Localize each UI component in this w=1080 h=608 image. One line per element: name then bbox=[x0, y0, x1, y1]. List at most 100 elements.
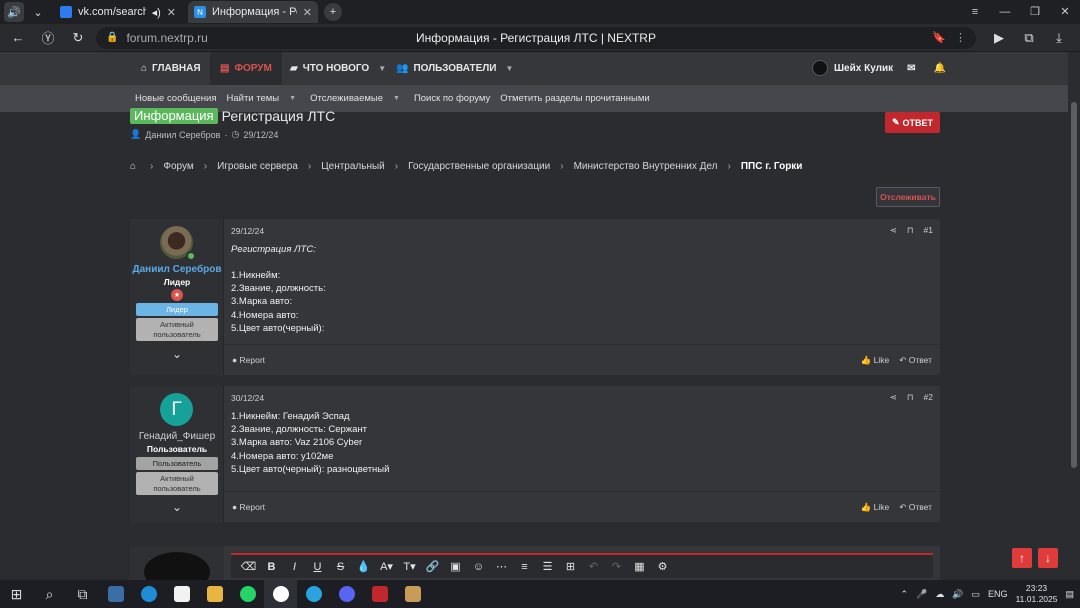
folder-icon[interactable] bbox=[198, 580, 231, 608]
new-tab-button[interactable]: + bbox=[324, 3, 342, 21]
bookmark-icon[interactable]: ⊓ bbox=[907, 225, 914, 236]
windows-start-icon[interactable]: ⊞ bbox=[0, 580, 33, 608]
color-icon[interactable]: 💧 bbox=[352, 560, 375, 573]
microphone-icon[interactable]: 🎤 bbox=[916, 589, 927, 600]
subnav-search-forum[interactable]: Поиск по форуму bbox=[414, 93, 490, 104]
battery-icon[interactable]: ▭ bbox=[972, 589, 981, 600]
chevron-down-icon[interactable]: ⌄ bbox=[170, 347, 184, 361]
eraser-icon[interactable]: ⌫ bbox=[237, 560, 260, 573]
language-indicator[interactable]: ENG bbox=[988, 589, 1008, 599]
nav-users[interactable]: 👥 ПОЛЬЗОВАТЕЛИ ▼ bbox=[396, 52, 513, 85]
align-icon[interactable]: ≡ bbox=[513, 561, 536, 573]
post-username[interactable]: Генадий_Фишер bbox=[130, 431, 224, 442]
breadcrumb-current[interactable]: ППС г. Горки bbox=[741, 161, 803, 172]
chevron-up-icon[interactable]: ⌃ bbox=[901, 589, 909, 600]
close-icon[interactable]: ✕ bbox=[303, 6, 312, 19]
italic-icon[interactable]: I bbox=[283, 561, 306, 573]
post-username[interactable]: Даниил Серебров bbox=[130, 264, 224, 275]
telegram-icon[interactable] bbox=[297, 580, 330, 608]
redo-icon[interactable]: ↷ bbox=[605, 560, 628, 573]
bookmark-icon[interactable]: 🔖 bbox=[932, 31, 946, 44]
nav-forum[interactable]: ▤ ФОРУМ bbox=[210, 52, 282, 85]
reply-link[interactable]: ↶ Ответ bbox=[899, 355, 932, 366]
nav-home[interactable]: ⌂ ГЛАВНАЯ bbox=[141, 52, 201, 85]
underline-icon[interactable]: U bbox=[306, 561, 329, 573]
post-number[interactable]: #1 bbox=[924, 225, 933, 236]
yandex-icon[interactable]: Ⓨ bbox=[36, 28, 60, 47]
discord-icon[interactable] bbox=[330, 580, 363, 608]
like-button[interactable]: 👍 Like bbox=[861, 502, 890, 513]
strikethrough-icon[interactable]: S bbox=[329, 561, 352, 573]
search-icon[interactable]: ⌕ bbox=[33, 580, 66, 608]
breadcrumb-item[interactable]: Министерство Внутренних Дел bbox=[574, 161, 718, 172]
share-icon[interactable]: ⋖ bbox=[890, 392, 897, 403]
volume-icon[interactable]: 🔊 bbox=[952, 589, 963, 600]
game-icon[interactable] bbox=[396, 580, 429, 608]
like-button[interactable]: 👍 Like bbox=[861, 355, 890, 366]
share-icon[interactable]: ⋖ bbox=[890, 225, 897, 236]
media-icon[interactable]: ▶ bbox=[984, 30, 1014, 46]
breadcrumb-item[interactable]: Форум bbox=[163, 161, 193, 172]
mail-icon[interactable]: ✉ bbox=[907, 63, 915, 74]
back-icon[interactable]: ← bbox=[6, 30, 30, 45]
drafts-icon[interactable]: ▦ bbox=[628, 560, 651, 573]
post-date[interactable]: 30/12/24 bbox=[231, 393, 264, 403]
subnav-mark-read[interactable]: Отметить разделы прочитанными bbox=[500, 93, 649, 104]
subnav-find-threads[interactable]: Найти темы bbox=[227, 93, 280, 104]
watch-button[interactable]: Отслеживать bbox=[876, 187, 940, 207]
image-icon[interactable]: ▣ bbox=[444, 560, 467, 573]
reply-button[interactable]: ✎ ОТВЕТ bbox=[885, 112, 940, 133]
more-icon[interactable]: ⋮ bbox=[955, 31, 966, 44]
bookmark-icon[interactable]: ⊓ bbox=[907, 392, 914, 403]
chevron-down-icon[interactable]: ⌄ bbox=[28, 2, 48, 22]
yandex-browser-icon[interactable] bbox=[264, 580, 297, 608]
download-icon[interactable]: ⤓ bbox=[1044, 30, 1074, 46]
close-window-icon[interactable]: ✕ bbox=[1050, 0, 1080, 24]
page-scrollbar[interactable] bbox=[1068, 52, 1080, 580]
breadcrumb-item[interactable]: Игровые сервера bbox=[217, 161, 298, 172]
chevron-down-icon[interactable]: ⌄ bbox=[170, 500, 184, 514]
list-icon[interactable]: ☰ bbox=[536, 560, 559, 573]
avatar[interactable]: Г bbox=[160, 393, 193, 426]
store-icon[interactable] bbox=[165, 580, 198, 608]
subnav-watched[interactable]: Отслеживаемые bbox=[310, 93, 383, 104]
report-link[interactable]: ● Report bbox=[232, 355, 265, 365]
speaker-icon[interactable]: 🔊 bbox=[4, 2, 24, 22]
thread-author[interactable]: Даниил Серебров bbox=[145, 130, 220, 140]
app-icon[interactable] bbox=[99, 580, 132, 608]
whatsapp-icon[interactable] bbox=[231, 580, 264, 608]
bell-icon[interactable]: 🔔 bbox=[934, 63, 946, 74]
scroll-bottom-button[interactable]: ↓ bbox=[1038, 548, 1058, 568]
link-icon[interactable]: 🔗 bbox=[421, 560, 444, 573]
account-menu[interactable]: Шейх Кулик ✉ 🔔 bbox=[812, 60, 946, 76]
post-date[interactable]: 29/12/24 bbox=[231, 226, 264, 236]
bold-icon[interactable]: B bbox=[260, 561, 283, 573]
nav-whats-new[interactable]: ▰ ЧТО НОВОГО ▼ bbox=[290, 52, 386, 85]
home-icon[interactable]: ⌂ bbox=[130, 161, 140, 172]
emoji-icon[interactable]: ☺ bbox=[467, 561, 490, 573]
app-red-icon[interactable] bbox=[363, 580, 396, 608]
url-field[interactable]: 🔒 forum.nextrp.ru Информация - Регистрац… bbox=[96, 26, 976, 49]
post-number[interactable]: #2 bbox=[924, 392, 933, 403]
report-link[interactable]: ● Report bbox=[232, 502, 265, 512]
restore-icon[interactable]: ❐ bbox=[1020, 0, 1050, 24]
font-size-icon[interactable]: T▾ bbox=[398, 560, 421, 573]
thread-date[interactable]: 29/12/24 bbox=[243, 130, 278, 140]
undo-icon[interactable]: ↶ bbox=[582, 560, 605, 573]
more-options-icon[interactable]: ⋯ bbox=[490, 560, 513, 573]
browser-tab-nextrp[interactable]: N Информация - Регистр ✕ bbox=[188, 1, 318, 23]
edge-icon[interactable] bbox=[132, 580, 165, 608]
scroll-top-button[interactable]: ↑ bbox=[1012, 548, 1032, 568]
reload-icon[interactable]: ↻ bbox=[66, 30, 90, 46]
breadcrumb-item[interactable]: Центральный bbox=[321, 161, 385, 172]
breadcrumb-item[interactable]: Государственные организации bbox=[408, 161, 550, 172]
clock[interactable]: 23:23 11.01.2025 bbox=[1016, 583, 1058, 605]
cloud-icon[interactable]: ☁ bbox=[935, 589, 944, 600]
close-icon[interactable]: ✕ bbox=[167, 6, 176, 19]
task-view-icon[interactable]: ⧉ bbox=[66, 580, 99, 608]
notification-icon[interactable]: ▤ bbox=[1065, 589, 1074, 600]
settings-icon[interactable]: ⚙ bbox=[651, 560, 674, 573]
browser-tab-vk[interactable]: vk.com/search/audio ◂) ✕ bbox=[54, 1, 182, 23]
subnav-new-messages[interactable]: Новые сообщения bbox=[135, 93, 217, 104]
table-icon[interactable]: ⊞ bbox=[559, 560, 582, 573]
